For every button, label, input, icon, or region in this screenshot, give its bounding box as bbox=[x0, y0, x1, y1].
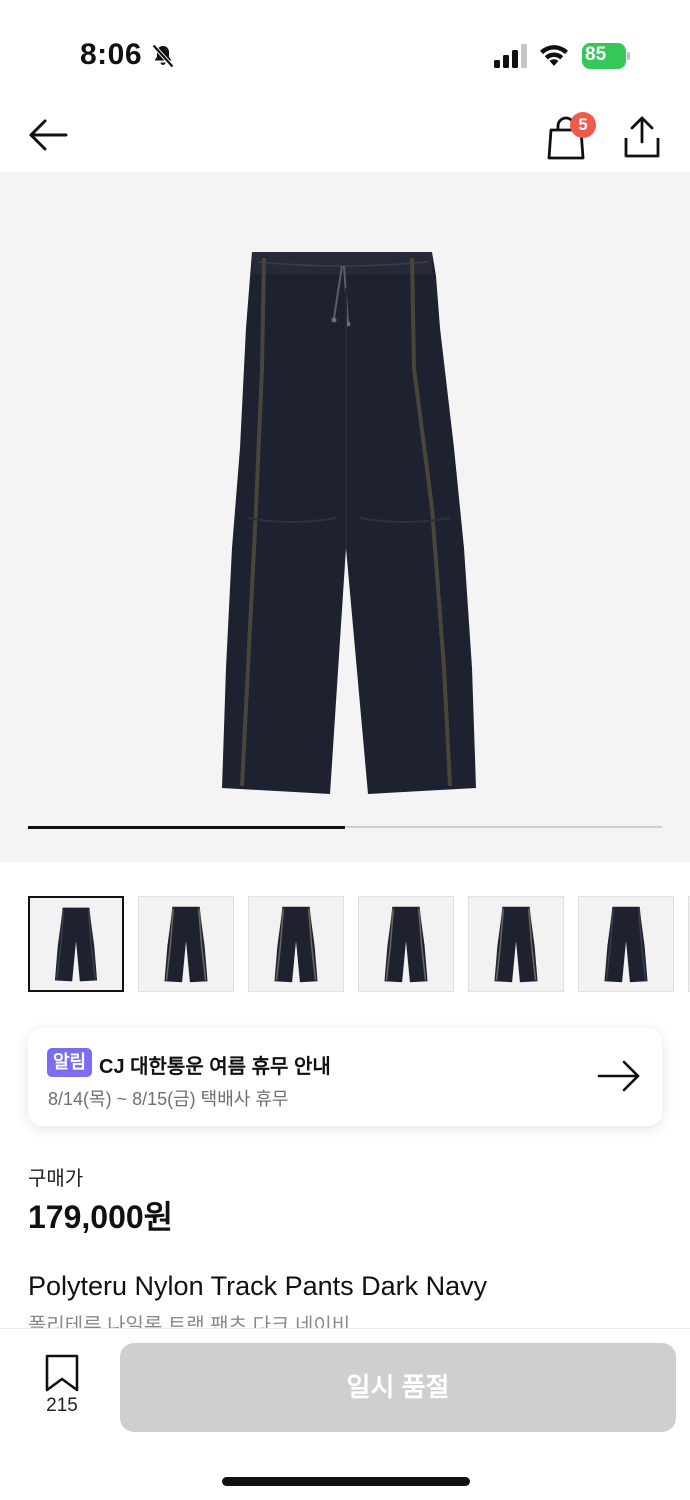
gallery-progress-track bbox=[28, 825, 662, 829]
sold-out-button[interactable]: 일시 품절 bbox=[120, 1343, 676, 1432]
product-thumbnail[interactable] bbox=[358, 896, 454, 992]
wishlist-button[interactable]: 215 bbox=[36, 1353, 88, 1423]
product-image-gallery[interactable] bbox=[0, 172, 690, 862]
cart-count-badge: 5 bbox=[570, 112, 596, 138]
status-bar: 8:06 85 bbox=[0, 0, 690, 100]
bookmark-icon bbox=[45, 1354, 79, 1392]
thumbnail-image bbox=[494, 906, 538, 983]
thumbnail-image bbox=[384, 906, 428, 983]
notice-badge: 알림 bbox=[47, 1048, 93, 1077]
price-value: 179,000원 bbox=[28, 1199, 174, 1235]
bell-off-icon bbox=[152, 44, 174, 68]
wifi-icon bbox=[540, 45, 568, 66]
bottom-action-bar: 215 일시 품절 bbox=[0, 1328, 690, 1500]
notice-title: CJ 대한통운 여름 휴무 안내 bbox=[99, 1056, 331, 1078]
thumbnail-image bbox=[164, 906, 208, 983]
notice-card[interactable]: 알림 CJ 대한통운 여름 휴무 안내 8/14(목) ~ 8/15(금) 택배… bbox=[28, 1028, 662, 1126]
cart-button[interactable]: 5 bbox=[544, 110, 596, 160]
thumbnail-image bbox=[604, 906, 648, 983]
product-name: Polyteru Nylon Track Pants Dark Navy bbox=[28, 1271, 488, 1301]
product-image bbox=[222, 252, 476, 794]
thumbnail-strip[interactable] bbox=[28, 896, 690, 994]
status-time: 8:06 bbox=[80, 38, 143, 71]
battery-level: 85 bbox=[585, 44, 607, 65]
gallery-progress-fill bbox=[28, 825, 345, 829]
signal-icon bbox=[494, 44, 527, 68]
arrow-right-icon bbox=[597, 1060, 640, 1092]
thumbnail-image bbox=[54, 907, 98, 982]
product-thumbnail[interactable] bbox=[248, 896, 344, 992]
notice-subtitle: 8/14(목) ~ 8/15(금) 택배사 휴무 bbox=[48, 1089, 289, 1109]
home-indicator bbox=[222, 1477, 470, 1486]
nav-bar: 5 bbox=[0, 100, 690, 172]
wishlist-count: 215 bbox=[46, 1395, 78, 1416]
product-thumbnail[interactable] bbox=[578, 896, 674, 992]
product-thumbnail[interactable] bbox=[138, 896, 234, 992]
product-thumbnail[interactable] bbox=[28, 896, 124, 992]
battery-icon: 85 bbox=[582, 43, 630, 69]
back-arrow-icon[interactable] bbox=[26, 112, 72, 158]
share-icon[interactable] bbox=[620, 110, 664, 160]
product-thumbnail[interactable] bbox=[468, 896, 564, 992]
thumbnail-image bbox=[274, 906, 318, 983]
price-label: 구매가 bbox=[28, 1168, 84, 1190]
